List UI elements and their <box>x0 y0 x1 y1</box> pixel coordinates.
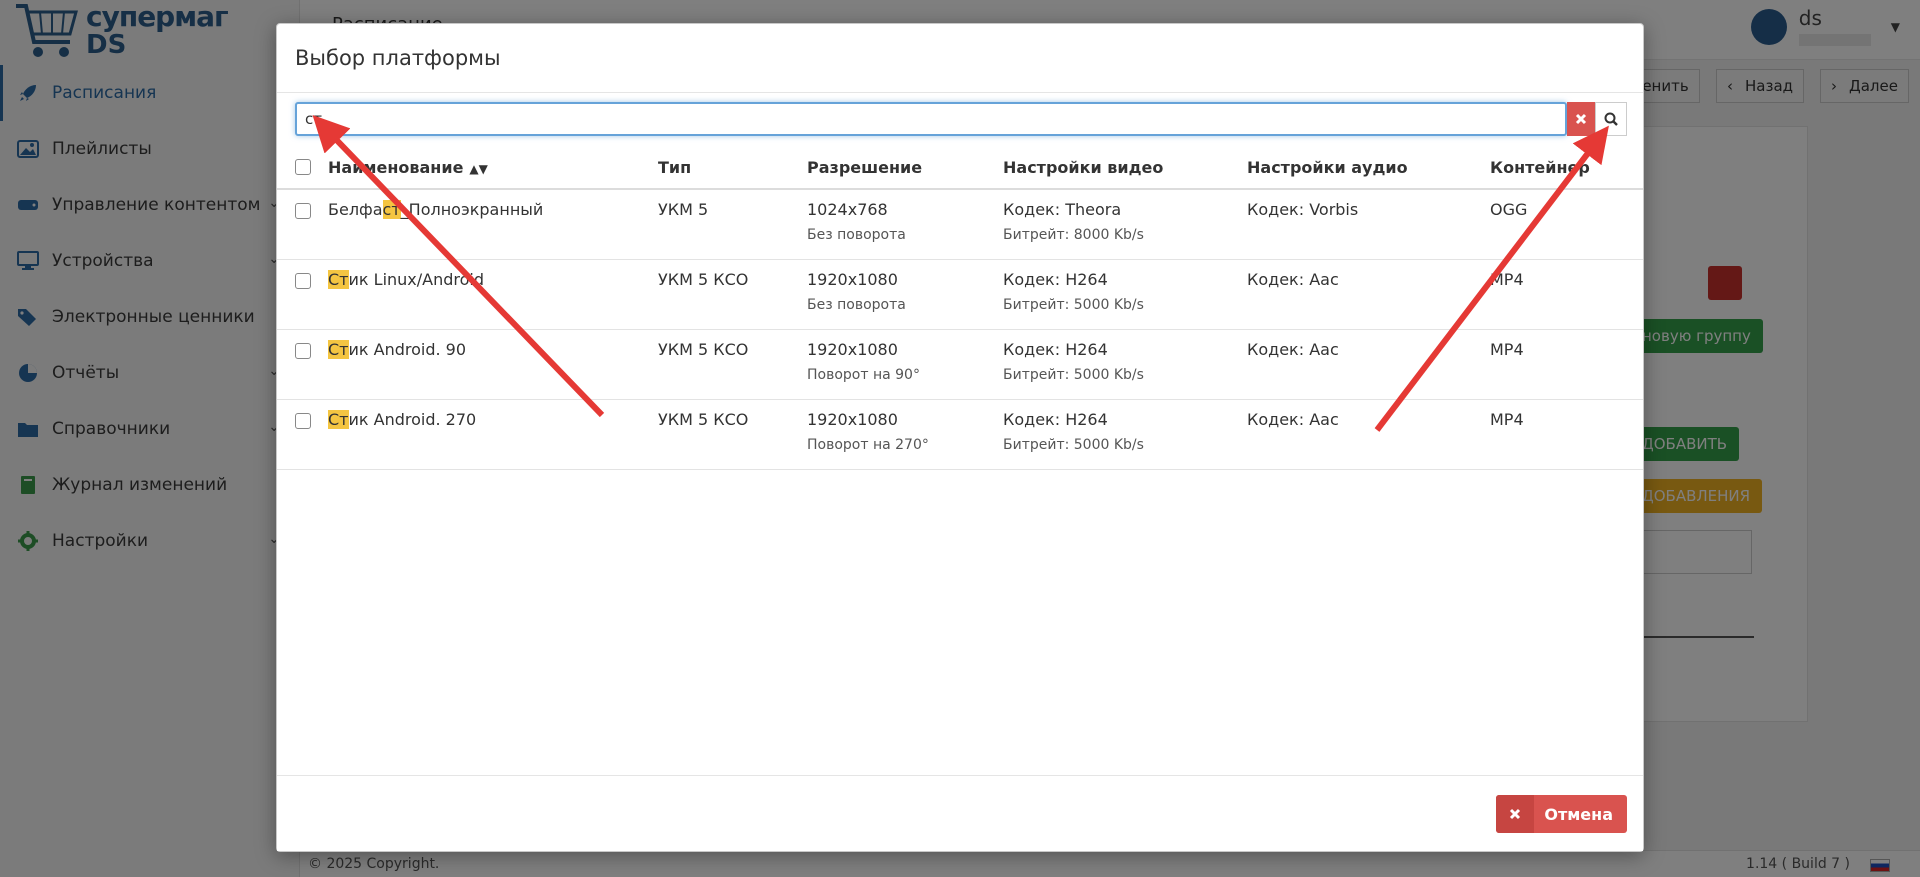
row-video: Кодек: H264 Битрейт: 5000 Kb/s <box>1003 270 1144 313</box>
bitrate-value: Битрейт: 5000 Kb/s <box>1003 437 1144 453</box>
search-icon <box>1604 112 1618 126</box>
cancel-button-label: Отмена <box>1544 804 1613 824</box>
search-highlight: Ст <box>328 340 349 359</box>
row-audio: Кодек: Aac <box>1247 340 1339 359</box>
row-checkbox[interactable] <box>295 203 311 219</box>
close-icon <box>1575 113 1587 125</box>
resolution-value: 1024x768 <box>807 200 888 219</box>
column-container-header: Контейнер <box>1490 158 1590 177</box>
video-codec: Кодек: Theora <box>1003 200 1122 219</box>
row-audio: Кодек: Vorbis <box>1247 200 1359 219</box>
dialog-title: Выбор платформы <box>295 46 501 70</box>
row-video: Кодек: H264 Битрейт: 5000 Kb/s <box>1003 340 1144 383</box>
table-row[interactable]: Белфаст_Полноэкранный УКМ 5 1024x768 Без … <box>277 190 1643 260</box>
name-part: _Полноэкранный <box>400 200 544 219</box>
video-codec: Кодек: H264 <box>1003 340 1108 359</box>
row-video: Кодек: H264 Битрейт: 5000 Kb/s <box>1003 410 1144 453</box>
name-part: ик Linux/Android <box>348 270 485 289</box>
cancel-button[interactable]: Отмена <box>1496 795 1627 833</box>
row-type: УКМ 5 КСО <box>658 340 749 359</box>
row-resolution: 1920x1080 Поворот на 270° <box>807 410 929 453</box>
column-name-label: Наименование <box>328 158 464 177</box>
row-name: Стик Android. 270 <box>328 410 476 429</box>
rotation-value: Поворот на 270° <box>807 437 929 453</box>
search-highlight: Ст <box>328 410 349 429</box>
row-type: УКМ 5 КСО <box>658 270 749 289</box>
search-input[interactable] <box>295 102 1567 136</box>
video-codec: Кодек: H264 <box>1003 410 1108 429</box>
bitrate-value: Битрейт: 8000 Kb/s <box>1003 227 1144 243</box>
column-audio-header: Настройки аудио <box>1247 158 1408 177</box>
row-container: MP4 <box>1490 340 1524 359</box>
row-name: Стик Android. 90 <box>328 340 466 359</box>
row-container: MP4 <box>1490 410 1524 429</box>
search-highlight: ст <box>382 200 401 219</box>
dialog-header: Выбор платформы <box>277 24 1643 93</box>
platform-select-dialog: Выбор платформы Наименование ▲▼ Тип Разре… <box>276 23 1644 852</box>
row-type: УКМ 5 <box>658 200 709 219</box>
rotation-value: Без поворота <box>807 297 906 313</box>
row-audio: Кодек: Aac <box>1247 270 1339 289</box>
row-checkbox[interactable] <box>295 343 311 359</box>
row-container: MP4 <box>1490 270 1524 289</box>
bitrate-value: Битрейт: 5000 Kb/s <box>1003 297 1144 313</box>
row-container: OGG <box>1490 200 1528 219</box>
table-row[interactable]: Стик Android. 270 УКМ 5 КСО 1920x1080 Пов… <box>277 400 1643 470</box>
row-video: Кодек: Theora Битрейт: 8000 Kb/s <box>1003 200 1144 243</box>
rotation-value: Без поворота <box>807 227 906 243</box>
resolution-value: 1920x1080 <box>807 410 898 429</box>
resolution-value: 1920x1080 <box>807 340 898 359</box>
name-part: ик Android. 90 <box>348 340 467 359</box>
row-type: УКМ 5 КСО <box>658 410 749 429</box>
table-header: Наименование ▲▼ Тип Разрешение Настройки … <box>277 146 1643 190</box>
rotation-value: Поворот на 90° <box>807 367 920 383</box>
column-video-header: Настройки видео <box>1003 158 1164 177</box>
search-bar <box>295 102 1627 136</box>
row-name: Стик Linux/Android <box>328 270 484 289</box>
name-part: ик Android. 270 <box>348 410 477 429</box>
name-part: Белфа <box>328 200 383 219</box>
column-resolution-header: Разрешение <box>807 158 923 177</box>
row-resolution: 1920x1080 Без поворота <box>807 270 906 313</box>
table-row[interactable]: Стик Linux/Android УКМ 5 КСО 1920x1080 Бе… <box>277 260 1643 330</box>
column-name-header[interactable]: Наименование ▲▼ <box>328 158 488 177</box>
video-codec: Кодек: H264 <box>1003 270 1108 289</box>
clear-search-button[interactable] <box>1567 102 1595 136</box>
row-audio: Кодек: Aac <box>1247 410 1339 429</box>
search-highlight: Ст <box>328 270 349 289</box>
sort-icon[interactable]: ▲▼ <box>469 162 487 176</box>
column-type-header: Тип <box>658 158 692 177</box>
search-button[interactable] <box>1595 102 1627 136</box>
select-all-checkbox[interactable] <box>295 159 311 175</box>
row-resolution: 1920x1080 Поворот на 90° <box>807 340 920 383</box>
close-icon <box>1496 795 1535 833</box>
row-checkbox[interactable] <box>295 413 311 429</box>
platform-table: Наименование ▲▼ Тип Разрешение Настройки … <box>277 146 1643 470</box>
resolution-value: 1920x1080 <box>807 270 898 289</box>
bitrate-value: Битрейт: 5000 Kb/s <box>1003 367 1144 383</box>
table-row[interactable]: Стик Android. 90 УКМ 5 КСО 1920x1080 Пово… <box>277 330 1643 400</box>
dialog-footer: Отмена <box>277 775 1643 851</box>
row-checkbox[interactable] <box>295 273 311 289</box>
row-name: Белфаст_Полноэкранный <box>328 200 543 219</box>
row-resolution: 1024x768 Без поворота <box>807 200 906 243</box>
